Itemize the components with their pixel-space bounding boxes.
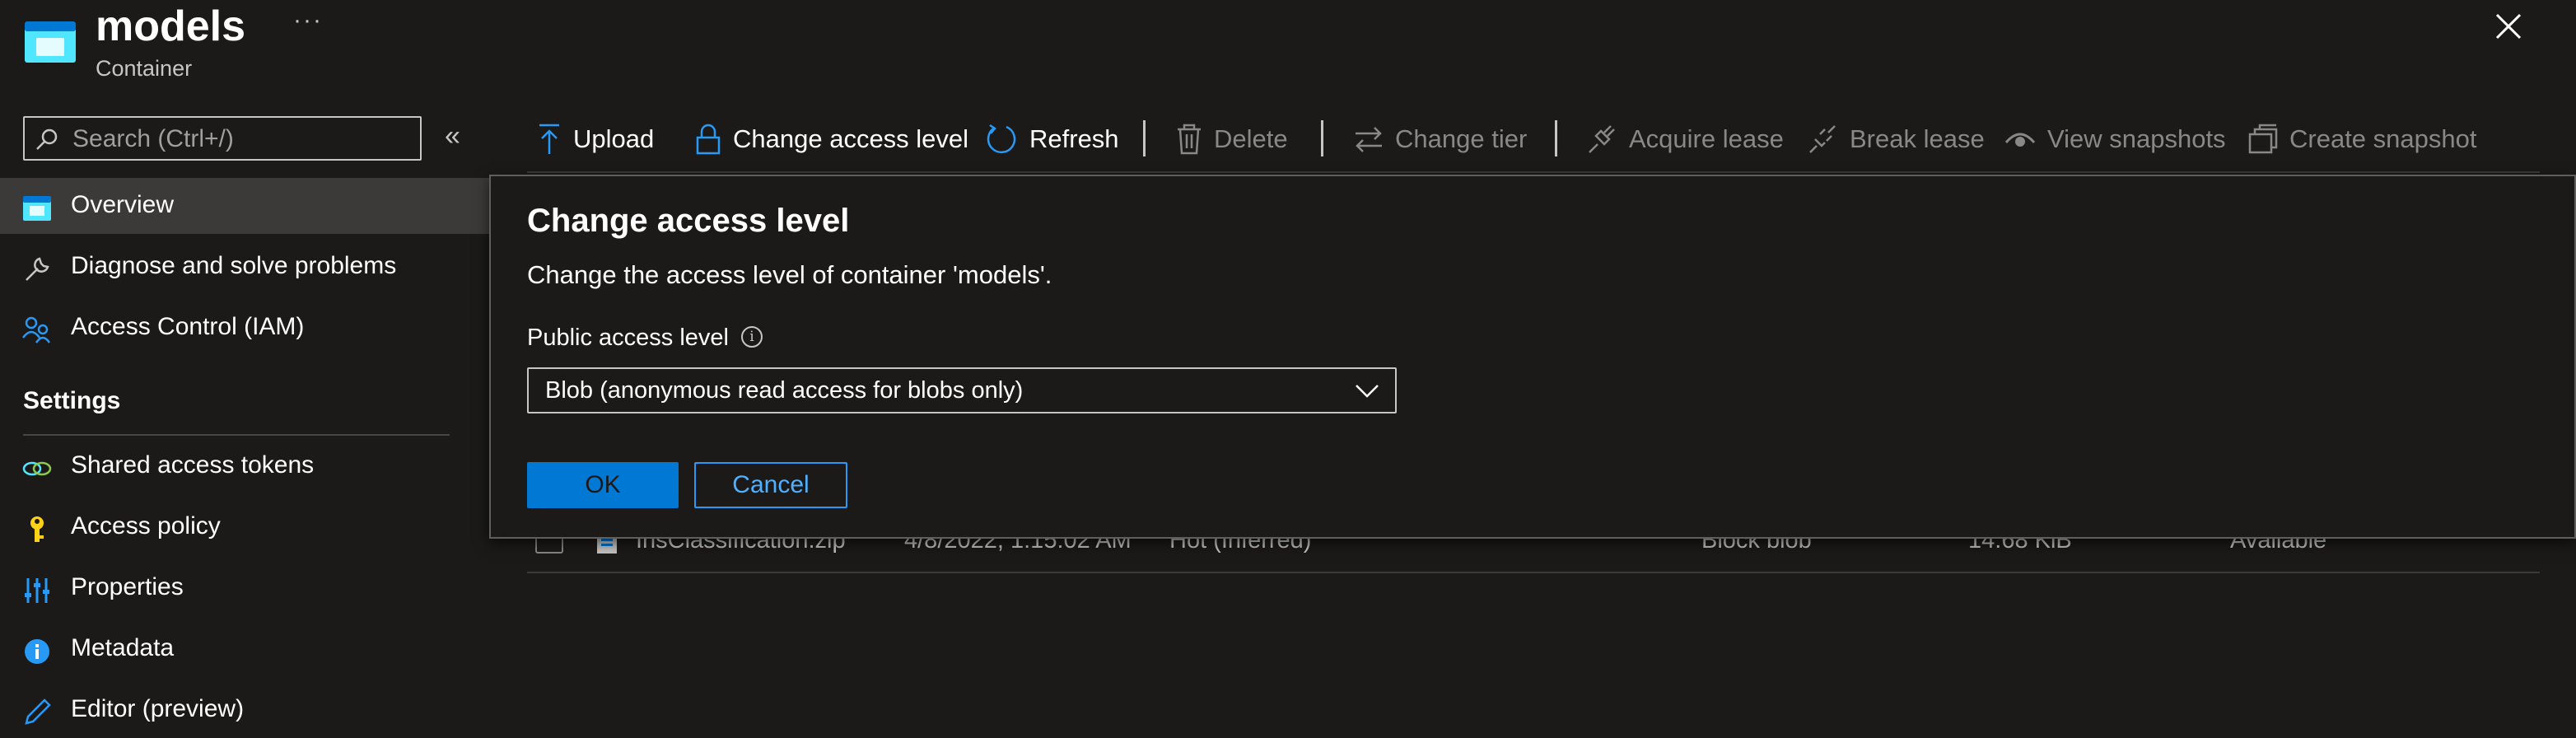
dialog-title: Change access level <box>527 203 850 239</box>
collapse-sidebar-button[interactable]: « <box>445 120 460 152</box>
change-access-level-button[interactable]: Change access level <box>695 119 968 160</box>
create-snapshot-button[interactable]: Create snapshot <box>2248 119 2476 160</box>
upload-icon <box>539 124 559 154</box>
sidebar-item-label: Access policy <box>71 512 221 539</box>
page-title: models <box>96 2 246 50</box>
sidebar-item-label: Shared access tokens <box>71 451 315 479</box>
dropdown-selected-value: Blob (anonymous read access for blobs on… <box>545 377 1024 404</box>
pencil-icon <box>25 698 51 725</box>
eye-icon <box>2004 133 2036 147</box>
sidebar-item-label: Overview <box>71 191 175 218</box>
toolbar-separator <box>1321 120 1323 156</box>
close-icon[interactable] <box>2490 8 2527 44</box>
sidebar-item-properties[interactable]: Properties <box>0 560 489 616</box>
wrench-icon <box>26 257 49 281</box>
view-snapshots-button[interactable]: View snapshots <box>2004 119 2226 160</box>
container-icon <box>23 196 51 221</box>
sidebar-item-editor[interactable]: Editor (preview) <box>0 682 489 738</box>
link-icon <box>22 461 52 476</box>
change-tier-button[interactable]: Change tier <box>1354 119 1527 160</box>
people-icon <box>21 316 51 343</box>
sidebar-item-label: Diagnose and solve problems <box>71 252 397 279</box>
cancel-button[interactable]: Cancel <box>694 462 847 508</box>
container-icon <box>25 21 76 63</box>
upload-button[interactable]: Upload <box>537 119 654 160</box>
chevron-down-icon <box>1356 385 1379 398</box>
view-snapshots-label: View snapshots <box>2047 124 2226 153</box>
break-lease-button[interactable]: Break lease <box>1807 119 1985 160</box>
sidebar-item-overview[interactable]: Overview <box>0 178 489 234</box>
sidebar-item-label: Properties <box>71 573 184 600</box>
toolbar-separator <box>1555 120 1557 156</box>
snapshot-icon <box>2248 124 2278 154</box>
swap-icon <box>1356 127 1382 152</box>
key-icon <box>30 516 44 542</box>
refresh-icon <box>987 124 1016 154</box>
break-lease-label: Break lease <box>1850 124 1985 153</box>
refresh-label: Refresh <box>1029 124 1119 153</box>
sidebar-item-access-policy[interactable]: Access policy <box>0 499 489 555</box>
search-box[interactable] <box>23 116 422 161</box>
search-input[interactable] <box>71 123 412 156</box>
sidebar-item-iam[interactable]: Access Control (IAM) <box>0 300 489 356</box>
sidebar-item-diagnose[interactable]: Diagnose and solve problems <box>0 239 489 295</box>
row-divider <box>527 572 2540 573</box>
delete-button[interactable]: Delete <box>1176 119 1288 160</box>
sidebar-item-label: Access Control (IAM) <box>71 313 305 340</box>
delete-label: Delete <box>1214 124 1288 153</box>
info-icon[interactable]: i <box>741 326 763 348</box>
change-tier-label: Change tier <box>1395 124 1528 153</box>
lock-icon <box>696 124 721 155</box>
sliders-icon <box>25 578 49 603</box>
ok-button[interactable]: OK <box>527 462 679 508</box>
acquire-lease-label: Acquire lease <box>1629 124 1784 153</box>
change-access-level-label: Change access level <box>733 124 969 153</box>
toolbar-separator <box>1143 120 1146 156</box>
public-access-level-dropdown[interactable]: Blob (anonymous read access for blobs on… <box>527 367 1397 413</box>
sidebar-item-label: Editor (preview) <box>71 695 245 722</box>
info-icon <box>25 639 49 664</box>
dialog-description: Change the access level of container 'mo… <box>527 260 1052 289</box>
divider <box>23 434 450 436</box>
broken-plug-icon <box>1809 125 1836 153</box>
create-snapshot-label: Create snapshot <box>2289 124 2477 153</box>
acquire-lease-button[interactable]: Acquire lease <box>1586 119 1784 160</box>
trash-icon <box>1178 124 1201 155</box>
search-icon <box>36 128 58 150</box>
sidebar-item-shared-access-tokens[interactable]: Shared access tokens <box>0 438 489 494</box>
toolbar-divider <box>527 171 2540 173</box>
public-access-level-label: Public access level <box>527 325 729 351</box>
more-actions-button[interactable]: ··· <box>293 7 323 35</box>
section-heading-settings: Settings <box>23 387 121 414</box>
upload-label: Upload <box>573 124 655 153</box>
sidebar-item-metadata[interactable]: Metadata <box>0 621 489 677</box>
plug-icon <box>1589 125 1615 153</box>
sidebar-item-label: Metadata <box>71 634 175 661</box>
refresh-button[interactable]: Refresh <box>985 119 1119 160</box>
page-subtitle: Container <box>96 56 193 81</box>
